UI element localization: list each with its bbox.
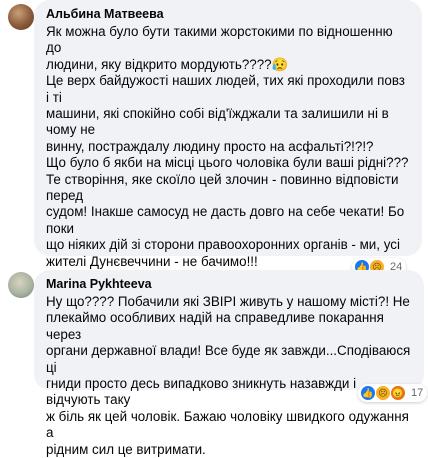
angry-reaction-icon: 😠 [390,385,406,401]
avatar[interactable] [8,272,34,298]
comment-line: ж біль як цей чоловік. Бажаю чоловіку шв… [46,408,409,441]
like-reaction-icon: 👍 [360,385,376,401]
comment-line: машини, які спокійно собі від'їжджали та… [46,106,389,138]
comment-line: Це верх байдужості наших людей, тих які … [46,73,405,105]
comment-bubble: Marina Pykhteeva Ну що???? Побачили які … [34,270,424,457]
comment-line: Те створіння, яке скоїло цей злочин - по… [46,171,399,204]
comment-text: Ну що???? Побачили які ЗВІРІ живуть у на… [46,294,412,458]
avatar[interactable] [8,4,34,30]
comment-line: плекаймо особливих надій на справедливе … [46,310,384,342]
comments-section: Альбина Матвеева Як можна було бути таки… [0,0,428,457]
sad-reaction-icon: ☹ [375,385,391,401]
comment-line: судом! Інакше самосуд не дасть довго на … [46,204,405,236]
comment-line: винну, постраждалу людину просто на асфа… [46,138,374,154]
comment-line: рідним сил це витримати. [46,441,206,457]
comment-bubble: Альбина Матвеева Як можна було бути таки… [34,0,422,367]
comment-author[interactable]: Альбина Матвеева [46,6,410,22]
comment-line: Що було б якби на місці цього чоловіка б… [46,155,409,171]
comment-line: органи державної влади! Все буде як завж… [46,343,411,375]
comment-line: що ніяких дій зі сторони правоохоронних … [46,237,400,253]
comment-line: людини, яку відкрито мордують????😥 [46,56,289,72]
comment-line: Як можна було бути такими жорстокими по … [46,24,393,56]
comment-line: Ну що???? Побачили які ЗВІРІ живуть у на… [46,294,410,309]
comment-author[interactable]: Marina Pykhteeva [46,276,412,292]
reaction-count: 17 [411,387,424,399]
reaction-summary[interactable]: 👍 ☹ 😠 17 [358,384,428,402]
